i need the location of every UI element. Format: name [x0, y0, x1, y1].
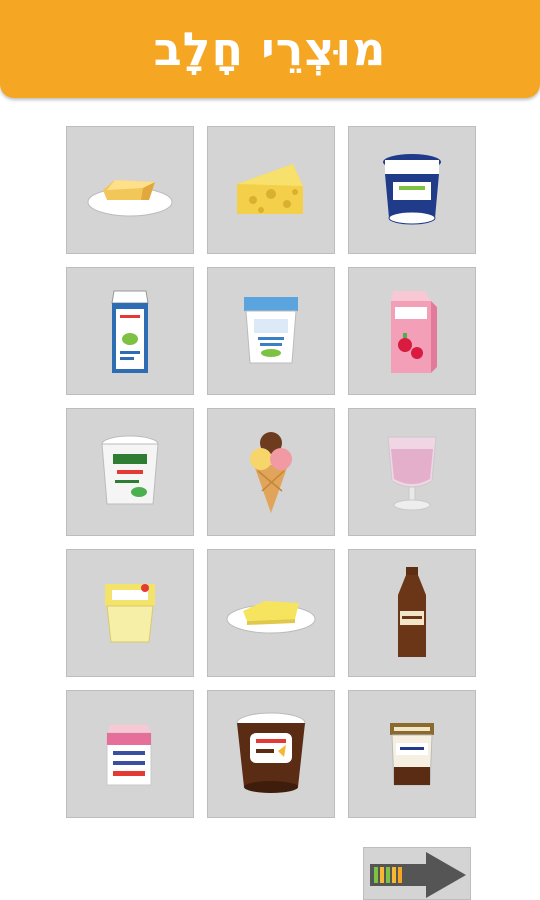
cream-carton-icon — [106, 725, 152, 786]
tile-chocolate-milk[interactable] — [348, 549, 476, 677]
cheese-slice-plate-icon — [226, 601, 316, 634]
next-button[interactable] — [363, 847, 471, 900]
tile-milk[interactable] — [66, 267, 194, 395]
tile-cream[interactable] — [66, 690, 194, 818]
ice-cream-cone-icon — [250, 432, 292, 513]
tile-cottage[interactable] — [66, 408, 194, 536]
header-bar: מוּצְרֵי חָלָב — [0, 0, 540, 98]
arrow-right-icon — [370, 852, 466, 898]
cheese-wedge-icon — [237, 164, 303, 214]
tile-pudding[interactable] — [207, 690, 335, 818]
tile-yogurt-cup[interactable] — [207, 267, 335, 395]
tile-ice-cream[interactable] — [207, 408, 335, 536]
tile-strawberry-milk[interactable] — [348, 267, 476, 395]
page-title: מוּצְרֵי חָלָב — [153, 22, 387, 76]
yogurt-tub-icon — [383, 154, 441, 225]
tile-yellow-cheese-cup[interactable] — [66, 549, 194, 677]
chocolate-pudding-icon — [236, 712, 306, 793]
milkshake-glass-icon — [387, 436, 437, 511]
yogurt-cup-icon — [244, 297, 298, 364]
tile-yogurt-tub[interactable] — [348, 126, 476, 254]
strawberry-milk-carton-icon — [391, 291, 437, 373]
tile-dessert-cup[interactable] — [348, 690, 476, 818]
butter-icon — [87, 180, 173, 217]
tile-milkshake[interactable] — [348, 408, 476, 536]
tile-cheese-slice[interactable] — [207, 549, 335, 677]
tile-cheese[interactable] — [207, 126, 335, 254]
milk-carton-icon — [111, 290, 149, 373]
chocolate-milk-bottle-icon — [398, 567, 426, 657]
layered-dessert-cup-icon — [390, 723, 434, 786]
yellow-cheese-cup-icon — [105, 584, 155, 643]
tile-butter[interactable] — [66, 126, 194, 254]
cottage-cheese-icon — [101, 435, 159, 505]
products-grid — [66, 126, 476, 818]
